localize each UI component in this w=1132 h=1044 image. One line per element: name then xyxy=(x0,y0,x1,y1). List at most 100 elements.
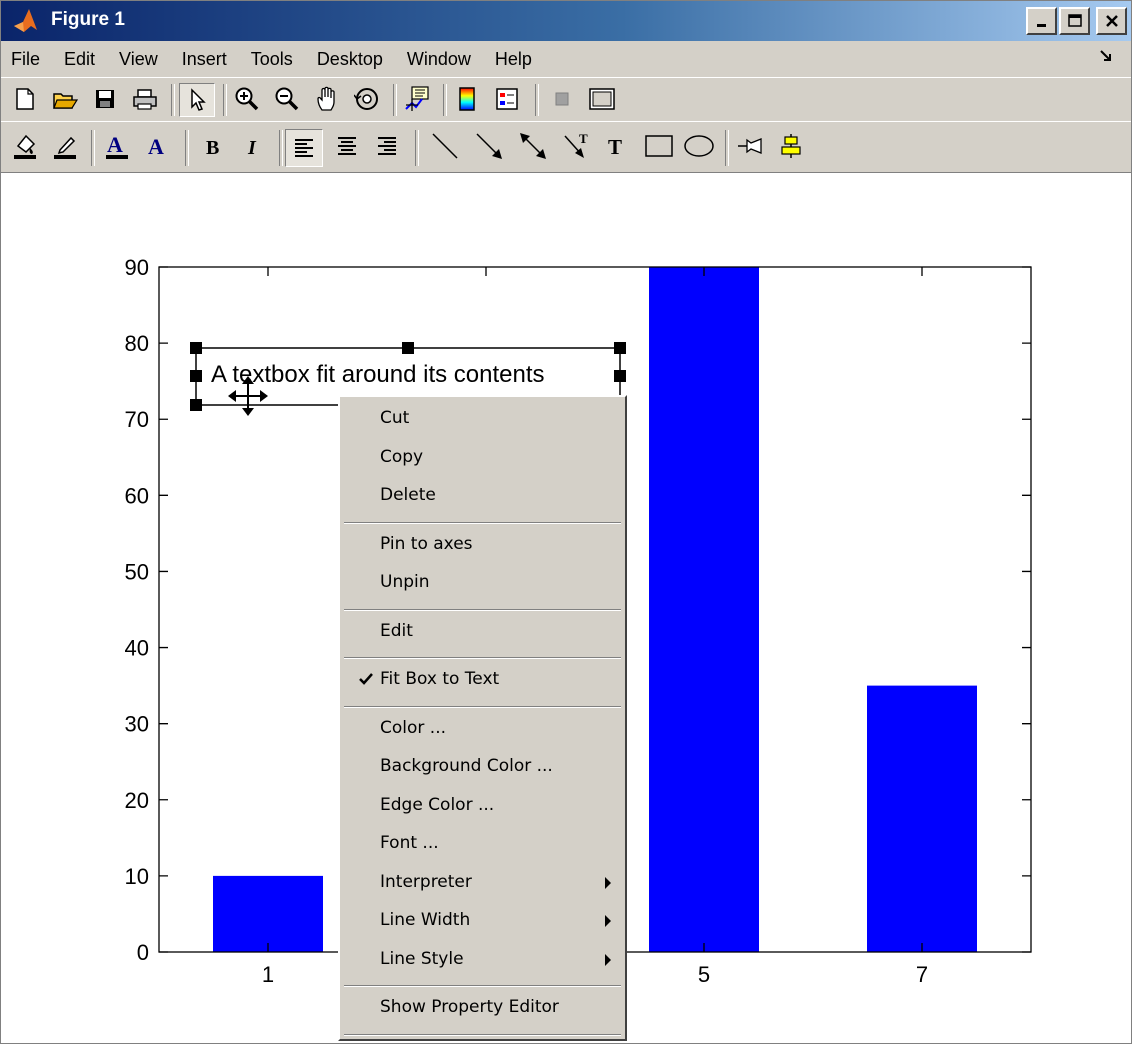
open-file-button[interactable] xyxy=(49,83,81,115)
menu-help[interactable]: Help xyxy=(483,49,544,70)
insert-arrow-button[interactable] xyxy=(469,130,509,162)
insert-double-arrow-button[interactable] xyxy=(513,130,553,162)
insert-rectangle-button[interactable] xyxy=(641,130,677,162)
zoom-in-button[interactable] xyxy=(231,83,263,115)
context-menu-item-line-width[interactable]: Line Width xyxy=(340,905,625,935)
context-menu-item-interpreter[interactable]: Interpreter xyxy=(340,867,625,897)
context-menu-item-edit[interactable]: Edit xyxy=(340,616,625,646)
text-color-button[interactable]: A xyxy=(101,130,133,162)
context-menu-item-fit-box-to-text[interactable]: Fit Box to Text xyxy=(340,664,625,694)
menu-item-label: Pin to axes xyxy=(380,533,473,554)
bold-button[interactable]: B xyxy=(197,130,229,162)
font-button[interactable]: A xyxy=(141,130,173,162)
pin-button[interactable] xyxy=(735,130,767,162)
x-tick-label: 1 xyxy=(262,962,274,987)
minimize-button[interactable] xyxy=(1026,7,1057,35)
italic-button[interactable]: I xyxy=(237,130,269,162)
align-center-button[interactable] xyxy=(331,130,363,162)
menu-item-label: Unpin xyxy=(380,572,430,592)
insert-colorbar-button[interactable] xyxy=(451,83,483,115)
dock-arrow-icon[interactable] xyxy=(1099,49,1113,63)
text-arrow-icon: T xyxy=(564,131,588,158)
double-arrow-icon xyxy=(520,133,546,159)
context-menu-item-show-property-editor[interactable]: Show Property Editor xyxy=(340,992,625,1022)
context-menu-item-delete[interactable]: Delete xyxy=(340,480,625,510)
context-menu-item-pin-to-axes[interactable]: Pin to axes xyxy=(340,529,625,559)
submenu-arrow-icon xyxy=(605,876,611,889)
pan-hand-icon xyxy=(317,86,335,111)
arrow-icon xyxy=(476,133,502,159)
context-menu-item-background-color[interactable]: Background Color ... xyxy=(340,751,625,781)
data-cursor-button[interactable] xyxy=(401,83,433,115)
save-button[interactable] xyxy=(89,83,121,115)
y-tick-label: 40 xyxy=(125,636,149,661)
insert-ellipse-button[interactable] xyxy=(681,130,717,162)
align-left-button[interactable] xyxy=(285,129,323,167)
menu-window[interactable]: Window xyxy=(395,49,483,70)
context-menu-item-copy[interactable]: Copy xyxy=(340,442,625,472)
maximize-button[interactable] xyxy=(1059,7,1090,35)
menu-item-label: Line Style xyxy=(380,948,464,969)
hide-plot-tools-icon xyxy=(555,92,569,106)
rotate-3d-button[interactable] xyxy=(351,83,383,115)
align-right-button[interactable] xyxy=(371,130,403,162)
print-button[interactable] xyxy=(129,83,161,115)
new-figure-button[interactable] xyxy=(9,83,41,115)
y-tick-label: 0 xyxy=(137,940,149,965)
align-right-icon xyxy=(378,137,396,155)
font-icon: A xyxy=(148,134,164,159)
edge-color-button[interactable] xyxy=(49,130,81,162)
face-color-button[interactable] xyxy=(9,130,41,162)
insert-textbox-button[interactable]: T xyxy=(601,130,633,162)
bar-7[interactable] xyxy=(867,685,977,952)
select-arrow-icon xyxy=(191,88,206,111)
insert-legend-button[interactable] xyxy=(491,83,523,115)
menu-tools[interactable]: Tools xyxy=(239,49,305,70)
menu-item-label: Line Width xyxy=(380,910,471,930)
edge-color-icon xyxy=(54,136,76,159)
menu-separator xyxy=(344,705,621,708)
context-menu-item-edge-color[interactable]: Edge Color ... xyxy=(340,790,625,820)
window-title: Figure 1 xyxy=(51,9,125,30)
close-icon xyxy=(1105,15,1118,27)
menu-insert[interactable]: Insert xyxy=(170,49,239,70)
align-distribute-icon xyxy=(781,134,801,158)
menu-view[interactable]: View xyxy=(107,49,170,70)
y-tick-label: 20 xyxy=(125,788,149,813)
pan-button[interactable] xyxy=(311,83,343,115)
svg-text:T: T xyxy=(608,135,622,159)
context-menu-item-font[interactable]: Font ... xyxy=(340,828,625,858)
minimize-icon xyxy=(1036,24,1046,27)
zoom-out-button[interactable] xyxy=(271,83,303,115)
menu-edit[interactable]: Edit xyxy=(52,49,107,70)
colorbar-icon xyxy=(459,87,475,111)
matlab-logo-icon xyxy=(14,9,37,32)
title-bar[interactable]: Figure 1 xyxy=(1,1,1131,41)
insert-line-button[interactable] xyxy=(425,130,465,162)
menu-item-label: Show Property Editor xyxy=(380,997,559,1017)
edit-plot-button[interactable] xyxy=(179,83,215,117)
print-icon xyxy=(133,89,157,110)
menu-bar: File Edit View Insert Tools Desktop Wind… xyxy=(1,41,1131,77)
legend-icon xyxy=(496,88,518,110)
close-button[interactable] xyxy=(1096,7,1127,35)
context-menu-item-unpin[interactable]: Unpin xyxy=(340,567,625,597)
hide-plot-tools-button[interactable] xyxy=(546,83,578,115)
context-menu-item-color[interactable]: Color ... xyxy=(340,713,625,743)
bar-5[interactable] xyxy=(649,267,759,952)
align-distribute-button[interactable] xyxy=(775,130,807,162)
show-plot-tools-button[interactable] xyxy=(586,83,618,115)
context-menu-item-show-m-code[interactable]: Show M-Code xyxy=(340,1041,625,1044)
bar-1[interactable] xyxy=(213,875,323,952)
pin-icon xyxy=(738,138,762,154)
menu-item-label: Edit xyxy=(380,620,413,641)
annotation-textbox-text[interactable]: A textbox fit around its contents xyxy=(211,361,545,389)
context-menu-item-line-style[interactable]: Line Style xyxy=(340,944,625,974)
menu-item-label: Edge Color ... xyxy=(380,794,495,815)
insert-text-arrow-button[interactable]: T xyxy=(557,130,597,162)
menu-separator xyxy=(344,657,621,659)
menu-desktop[interactable]: Desktop xyxy=(305,49,395,70)
italic-icon: I xyxy=(247,137,257,159)
menu-file[interactable]: File xyxy=(1,49,52,70)
context-menu-item-cut[interactable]: Cut xyxy=(340,403,625,433)
